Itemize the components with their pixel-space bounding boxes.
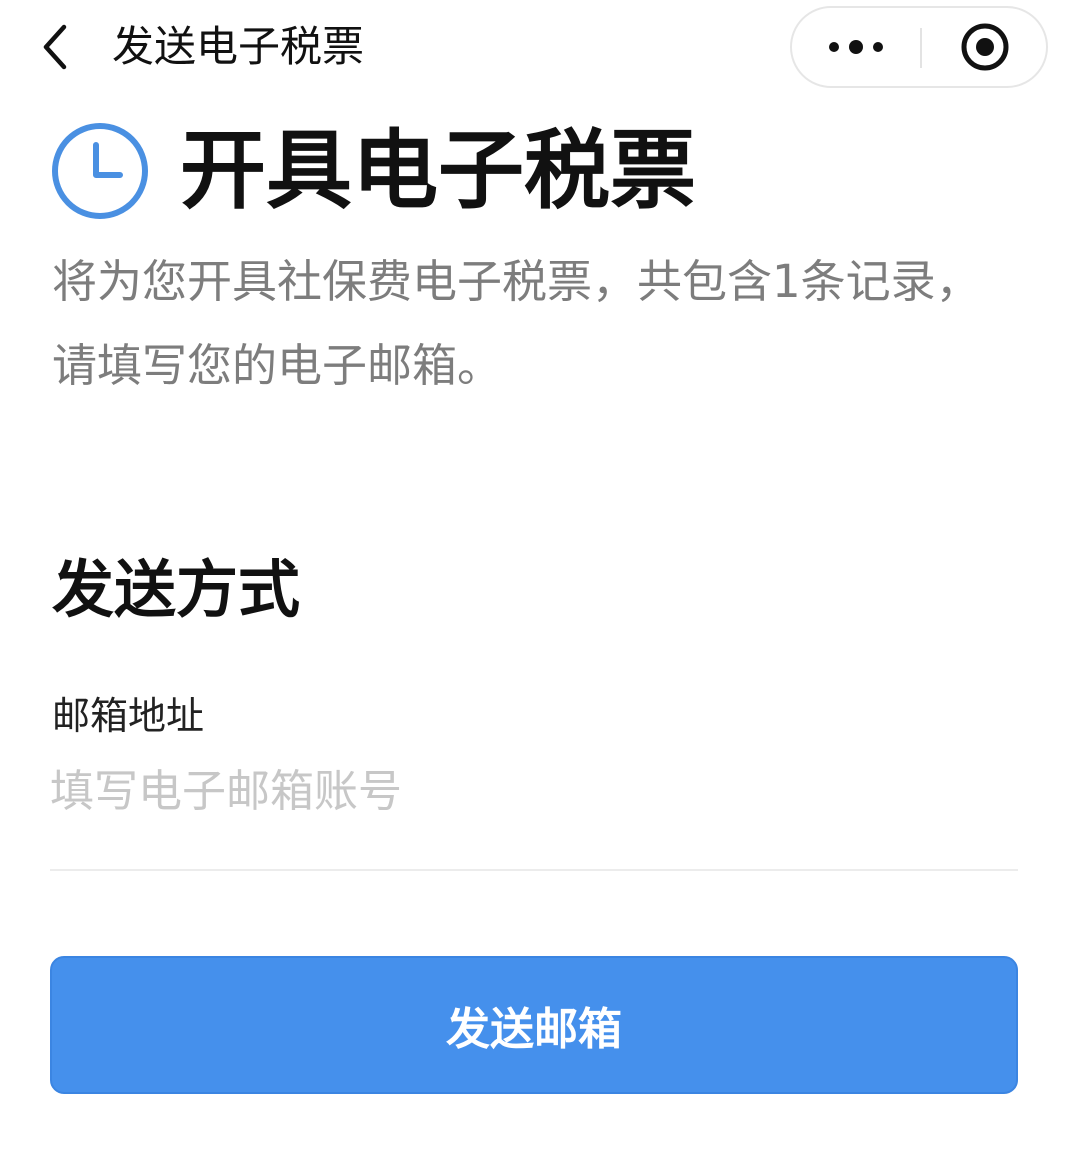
page-header: 开具电子税票 <box>50 118 696 224</box>
more-dots-icon <box>829 40 883 54</box>
target-circle-icon <box>961 23 1009 71</box>
more-button[interactable] <box>792 8 920 86</box>
navigation-bar: 发送电子税票 <box>0 0 1074 96</box>
nav-title: 发送电子税票 <box>112 22 365 71</box>
chevron-left-icon <box>43 24 67 70</box>
page-title: 开具电子税票 <box>180 121 696 221</box>
description-text: 将为您开具社保费电子税票，共包含1条记录，请填写您的电子邮箱。 <box>52 255 981 392</box>
input-divider <box>50 869 1018 871</box>
email-input[interactable] <box>50 756 1016 826</box>
close-mini-program-button[interactable] <box>924 8 1046 86</box>
mini-program-capsule <box>790 6 1048 88</box>
capsule-divider <box>920 28 922 68</box>
email-field-label: 邮箱地址 <box>52 694 205 738</box>
section-title: 发送方式 <box>52 553 301 626</box>
clock-icon <box>52 123 148 219</box>
back-button[interactable] <box>30 20 80 74</box>
send-email-button[interactable]: 发送邮箱 <box>50 956 1018 1094</box>
